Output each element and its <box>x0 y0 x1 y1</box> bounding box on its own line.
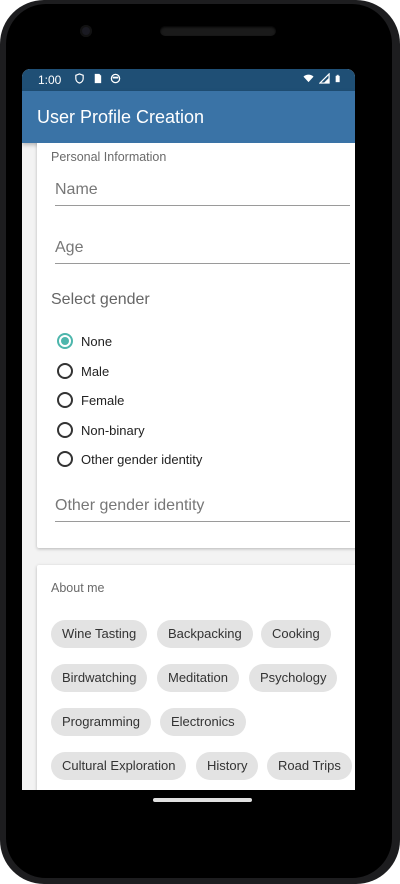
battery-icon <box>335 74 340 83</box>
scroll-content[interactable]: Personal Information Select gender None … <box>22 143 355 790</box>
earpiece-speaker <box>160 26 276 36</box>
chip-programming[interactable]: Programming <box>51 708 152 736</box>
radio-gender-other[interactable]: Other gender identity <box>57 447 202 471</box>
radio-unchecked-icon[interactable] <box>57 451 73 467</box>
shield-icon <box>75 73 84 84</box>
section-title: Personal Information <box>51 150 167 164</box>
app-bar: User Profile Creation <box>22 91 355 143</box>
radio-unchecked-icon[interactable] <box>57 392 73 408</box>
radio-label: Non-binary <box>81 422 145 438</box>
radio-gender-none[interactable]: None <box>57 329 112 353</box>
chip-backpacking[interactable]: Backpacking <box>157 620 253 648</box>
chip-cultural-exploration[interactable]: Cultural Exploration <box>51 752 187 780</box>
circle-icon <box>110 73 121 84</box>
radio-label: Other gender identity <box>81 451 203 467</box>
radio-label: None <box>81 333 113 349</box>
radio-gender-non-binary[interactable]: Non-binary <box>57 418 145 442</box>
radio-gender-female[interactable]: Female <box>57 388 124 412</box>
chip-cooking[interactable]: Cooking <box>261 620 331 648</box>
radio-checked-icon[interactable] <box>57 333 73 349</box>
status-time: 1:00 <box>38 73 62 87</box>
page-title: User Profile Creation <box>37 107 205 127</box>
wifi-icon <box>303 74 314 83</box>
radio-unchecked-icon[interactable] <box>57 422 73 438</box>
front-camera <box>80 25 92 37</box>
app-screen: 1:00 User Profile Creation Personal Info… <box>22 69 355 790</box>
chip-meditation[interactable]: Meditation <box>157 664 239 692</box>
personal-information-card: Personal Information Select gender None … <box>37 143 355 548</box>
about-me-card: About me Wine Tasting Backpacking Cookin… <box>37 565 355 790</box>
radio-gender-male[interactable]: Male <box>57 359 109 383</box>
sim-card-icon <box>94 73 102 84</box>
name-field[interactable] <box>55 175 350 206</box>
chip-electronics[interactable]: Electronics <box>160 708 246 736</box>
age-field[interactable] <box>55 233 350 264</box>
chip-wine-tasting[interactable]: Wine Tasting <box>51 620 148 648</box>
select-gender-label: Select gender <box>51 291 150 308</box>
home-indicator[interactable] <box>153 798 252 802</box>
chip-psychology[interactable]: Psychology <box>249 664 338 692</box>
section-title: About me <box>51 581 105 595</box>
chip-birdwatching[interactable]: Birdwatching <box>51 664 148 692</box>
signal-icon <box>319 73 330 84</box>
chip-road-trips[interactable]: Road Trips <box>267 752 352 780</box>
radio-label: Male <box>81 363 110 379</box>
other-gender-identity-field[interactable] <box>55 491 350 522</box>
device-frame: 1:00 User Profile Creation Personal Info… <box>0 0 400 884</box>
radio-unchecked-icon[interactable] <box>57 363 73 379</box>
radio-label: Female <box>81 392 125 408</box>
status-bar: 1:00 <box>22 69 355 91</box>
chip-history[interactable]: History <box>196 752 259 780</box>
